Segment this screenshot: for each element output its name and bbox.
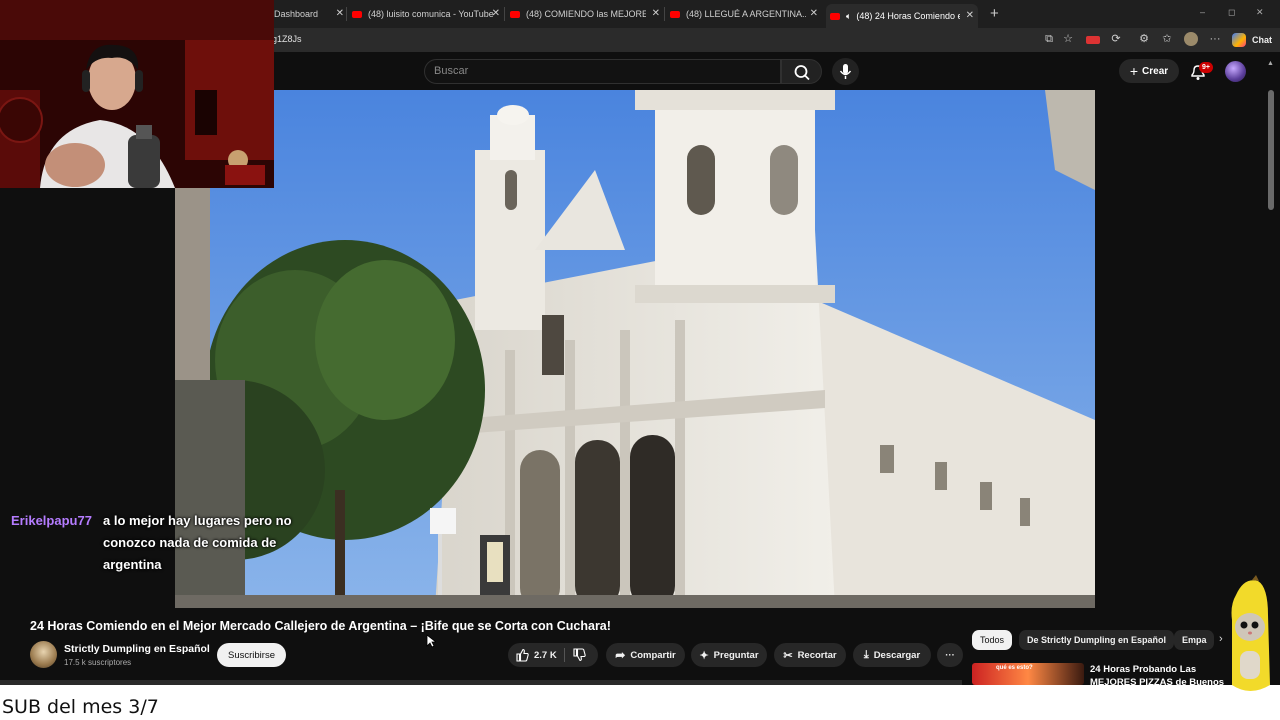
plus-icon: + bbox=[1129, 63, 1139, 79]
tab-label: (48) 24 Horas Comiendo en el bbox=[856, 11, 961, 21]
clip-label: Recortar bbox=[797, 649, 837, 661]
cursor-arrow-icon bbox=[426, 634, 438, 648]
channel-name[interactable]: Strictly Dumpling en Español bbox=[64, 643, 210, 655]
user-avatar[interactable] bbox=[1225, 61, 1246, 82]
subscribe-button[interactable]: Suscribirse bbox=[217, 643, 286, 667]
thumbs-down-icon bbox=[573, 648, 586, 662]
banana-cat-icon bbox=[1231, 575, 1270, 691]
chat-message-line: conozco nada de comida de bbox=[103, 535, 277, 550]
tab-divider bbox=[504, 7, 505, 21]
share-button[interactable]: ➦ Compartir bbox=[606, 643, 685, 667]
channel-avatar[interactable] bbox=[30, 641, 57, 668]
dislike-button[interactable] bbox=[572, 648, 586, 667]
youtube-icon bbox=[352, 10, 362, 18]
favorites-icon[interactable]: ✩ bbox=[1161, 33, 1173, 45]
tab-current-video[interactable]: 🔈︎ (48) 24 Horas Comiendo en el ✕ bbox=[826, 4, 978, 28]
tab-argentina[interactable]: (48) LLEGUÉ A ARGENTINA... NAD ✕ bbox=[670, 4, 818, 24]
sparkle-icon: ✦ bbox=[699, 649, 709, 662]
streamer-webcam-image bbox=[0, 0, 274, 188]
speaker-icon[interactable]: 🔈︎ bbox=[846, 11, 851, 22]
chip-all[interactable]: Todos bbox=[972, 630, 1013, 650]
chat-message-line: a lo mejor hay lugares pero no bbox=[103, 513, 292, 528]
youtube-icon bbox=[830, 12, 840, 20]
sub-goal-counter: SUB del mes 3/7 bbox=[2, 696, 159, 718]
search-input[interactable] bbox=[424, 59, 781, 84]
tab-label: (48) LLEGUÉ A ARGENTINA... NAD bbox=[686, 9, 806, 19]
youtube-icon bbox=[510, 10, 520, 18]
tab-label: (48) COMIENDO las MEJORES PIZZ bbox=[526, 9, 646, 19]
ask-button[interactable]: ✦ Preguntar bbox=[691, 643, 767, 667]
tab-dashboard[interactable]: Dashboard ✕ bbox=[274, 4, 344, 24]
voice-search-button[interactable] bbox=[832, 58, 859, 85]
video-player[interactable] bbox=[175, 90, 1095, 608]
more-icon: ··· bbox=[945, 649, 955, 661]
notification-badge: 9+ bbox=[1199, 62, 1213, 73]
recommendation-title-line2[interactable]: MEJORES PIZZAS de Buenos bbox=[1090, 677, 1224, 685]
thumbs-up-icon bbox=[516, 648, 529, 662]
profile-icon[interactable] bbox=[1184, 32, 1198, 46]
download-button[interactable]: ⤓ Descargar bbox=[853, 643, 931, 667]
stream-bottom-bar bbox=[0, 685, 1280, 720]
more-actions-button[interactable]: ··· bbox=[937, 643, 963, 667]
search-placeholder: Buscar bbox=[434, 65, 469, 77]
more-menu-icon[interactable]: ··· bbox=[1209, 33, 1221, 45]
maximize-button[interactable]: ◻ bbox=[1228, 7, 1235, 18]
close-tab-icon[interactable]: ✕ bbox=[652, 8, 660, 19]
close-tab-icon[interactable]: ✕ bbox=[810, 8, 818, 19]
close-tab-icon[interactable]: ✕ bbox=[492, 8, 500, 19]
download-icon: ⤓ bbox=[863, 648, 869, 661]
tab-divider bbox=[664, 7, 665, 21]
search-button[interactable] bbox=[781, 59, 822, 84]
tab-luisito[interactable]: (48) luisito comunica - YouTube ✕ bbox=[352, 4, 500, 24]
download-label: Descargar bbox=[873, 649, 921, 661]
chips-next-arrow[interactable]: › bbox=[1219, 633, 1223, 645]
chat-username: Erikelpapu77 bbox=[11, 513, 92, 528]
clip-button[interactable]: ✂ Recortar bbox=[774, 643, 846, 667]
microphone-icon bbox=[839, 64, 852, 79]
refresh-extension-icon[interactable]: ⟳ bbox=[1110, 33, 1122, 45]
share-icon: ➦ bbox=[615, 648, 626, 662]
extensions-icon[interactable]: ⚙ bbox=[1138, 33, 1150, 45]
favorite-star-icon[interactable]: ☆ bbox=[1062, 33, 1074, 45]
chip-from-channel[interactable]: De Strictly Dumpling en Español bbox=[1019, 630, 1175, 650]
close-tab-icon[interactable]: ✕ bbox=[966, 10, 974, 21]
video-title: 24 Horas Comiendo en el Mejor Mercado Ca… bbox=[30, 619, 611, 633]
new-tab-button[interactable]: + bbox=[990, 5, 999, 22]
subscriber-count: 17.5 k suscriptores bbox=[64, 658, 132, 667]
url-text[interactable]: g1Z8Js bbox=[272, 34, 302, 44]
copilot-icon[interactable] bbox=[1232, 33, 1246, 47]
youtube-icon bbox=[670, 10, 680, 18]
tab-label: (48) luisito comunica - YouTube bbox=[368, 9, 494, 19]
tab-pizzas[interactable]: (48) COMIENDO las MEJORES PIZZ ✕ bbox=[510, 4, 660, 24]
app-available-icon[interactable]: ⧉ bbox=[1043, 33, 1055, 45]
search-icon bbox=[794, 65, 810, 81]
minimize-button[interactable]: – bbox=[1200, 7, 1205, 17]
webcam-overlay bbox=[0, 0, 274, 188]
share-label: Compartir bbox=[630, 649, 676, 661]
mouse-cursor bbox=[426, 634, 438, 653]
create-label: Crear bbox=[1142, 65, 1169, 77]
thumbnail-text: qué es esto? bbox=[996, 665, 1033, 671]
tab-divider bbox=[346, 7, 347, 21]
recommendation-title[interactable]: 24 Horas Probando Las bbox=[1090, 664, 1196, 675]
ask-label: Preguntar bbox=[713, 649, 759, 661]
video-frame-image bbox=[175, 90, 1095, 608]
page-scrollbar[interactable] bbox=[1268, 90, 1274, 210]
create-button[interactable]: + Crear bbox=[1119, 59, 1179, 83]
scroll-up-arrow[interactable]: ▲ bbox=[1267, 60, 1274, 67]
close-tab-icon[interactable]: ✕ bbox=[336, 8, 344, 19]
chat-message-line: argentina bbox=[103, 557, 162, 572]
chat-label[interactable]: Chat bbox=[1252, 35, 1272, 45]
scissors-icon: ✂ bbox=[783, 649, 793, 662]
tab-label: Dashboard bbox=[274, 9, 319, 19]
chip-empa[interactable]: Empa bbox=[1174, 630, 1214, 650]
like-divider bbox=[564, 648, 565, 662]
close-window-button[interactable]: ✕ bbox=[1256, 7, 1264, 18]
like-count: 2.7 K bbox=[534, 649, 557, 661]
extension-icon[interactable] bbox=[1086, 36, 1100, 44]
banana-cat-sticker bbox=[1224, 575, 1276, 700]
like-button[interactable]: 2.7 K bbox=[515, 648, 557, 662]
